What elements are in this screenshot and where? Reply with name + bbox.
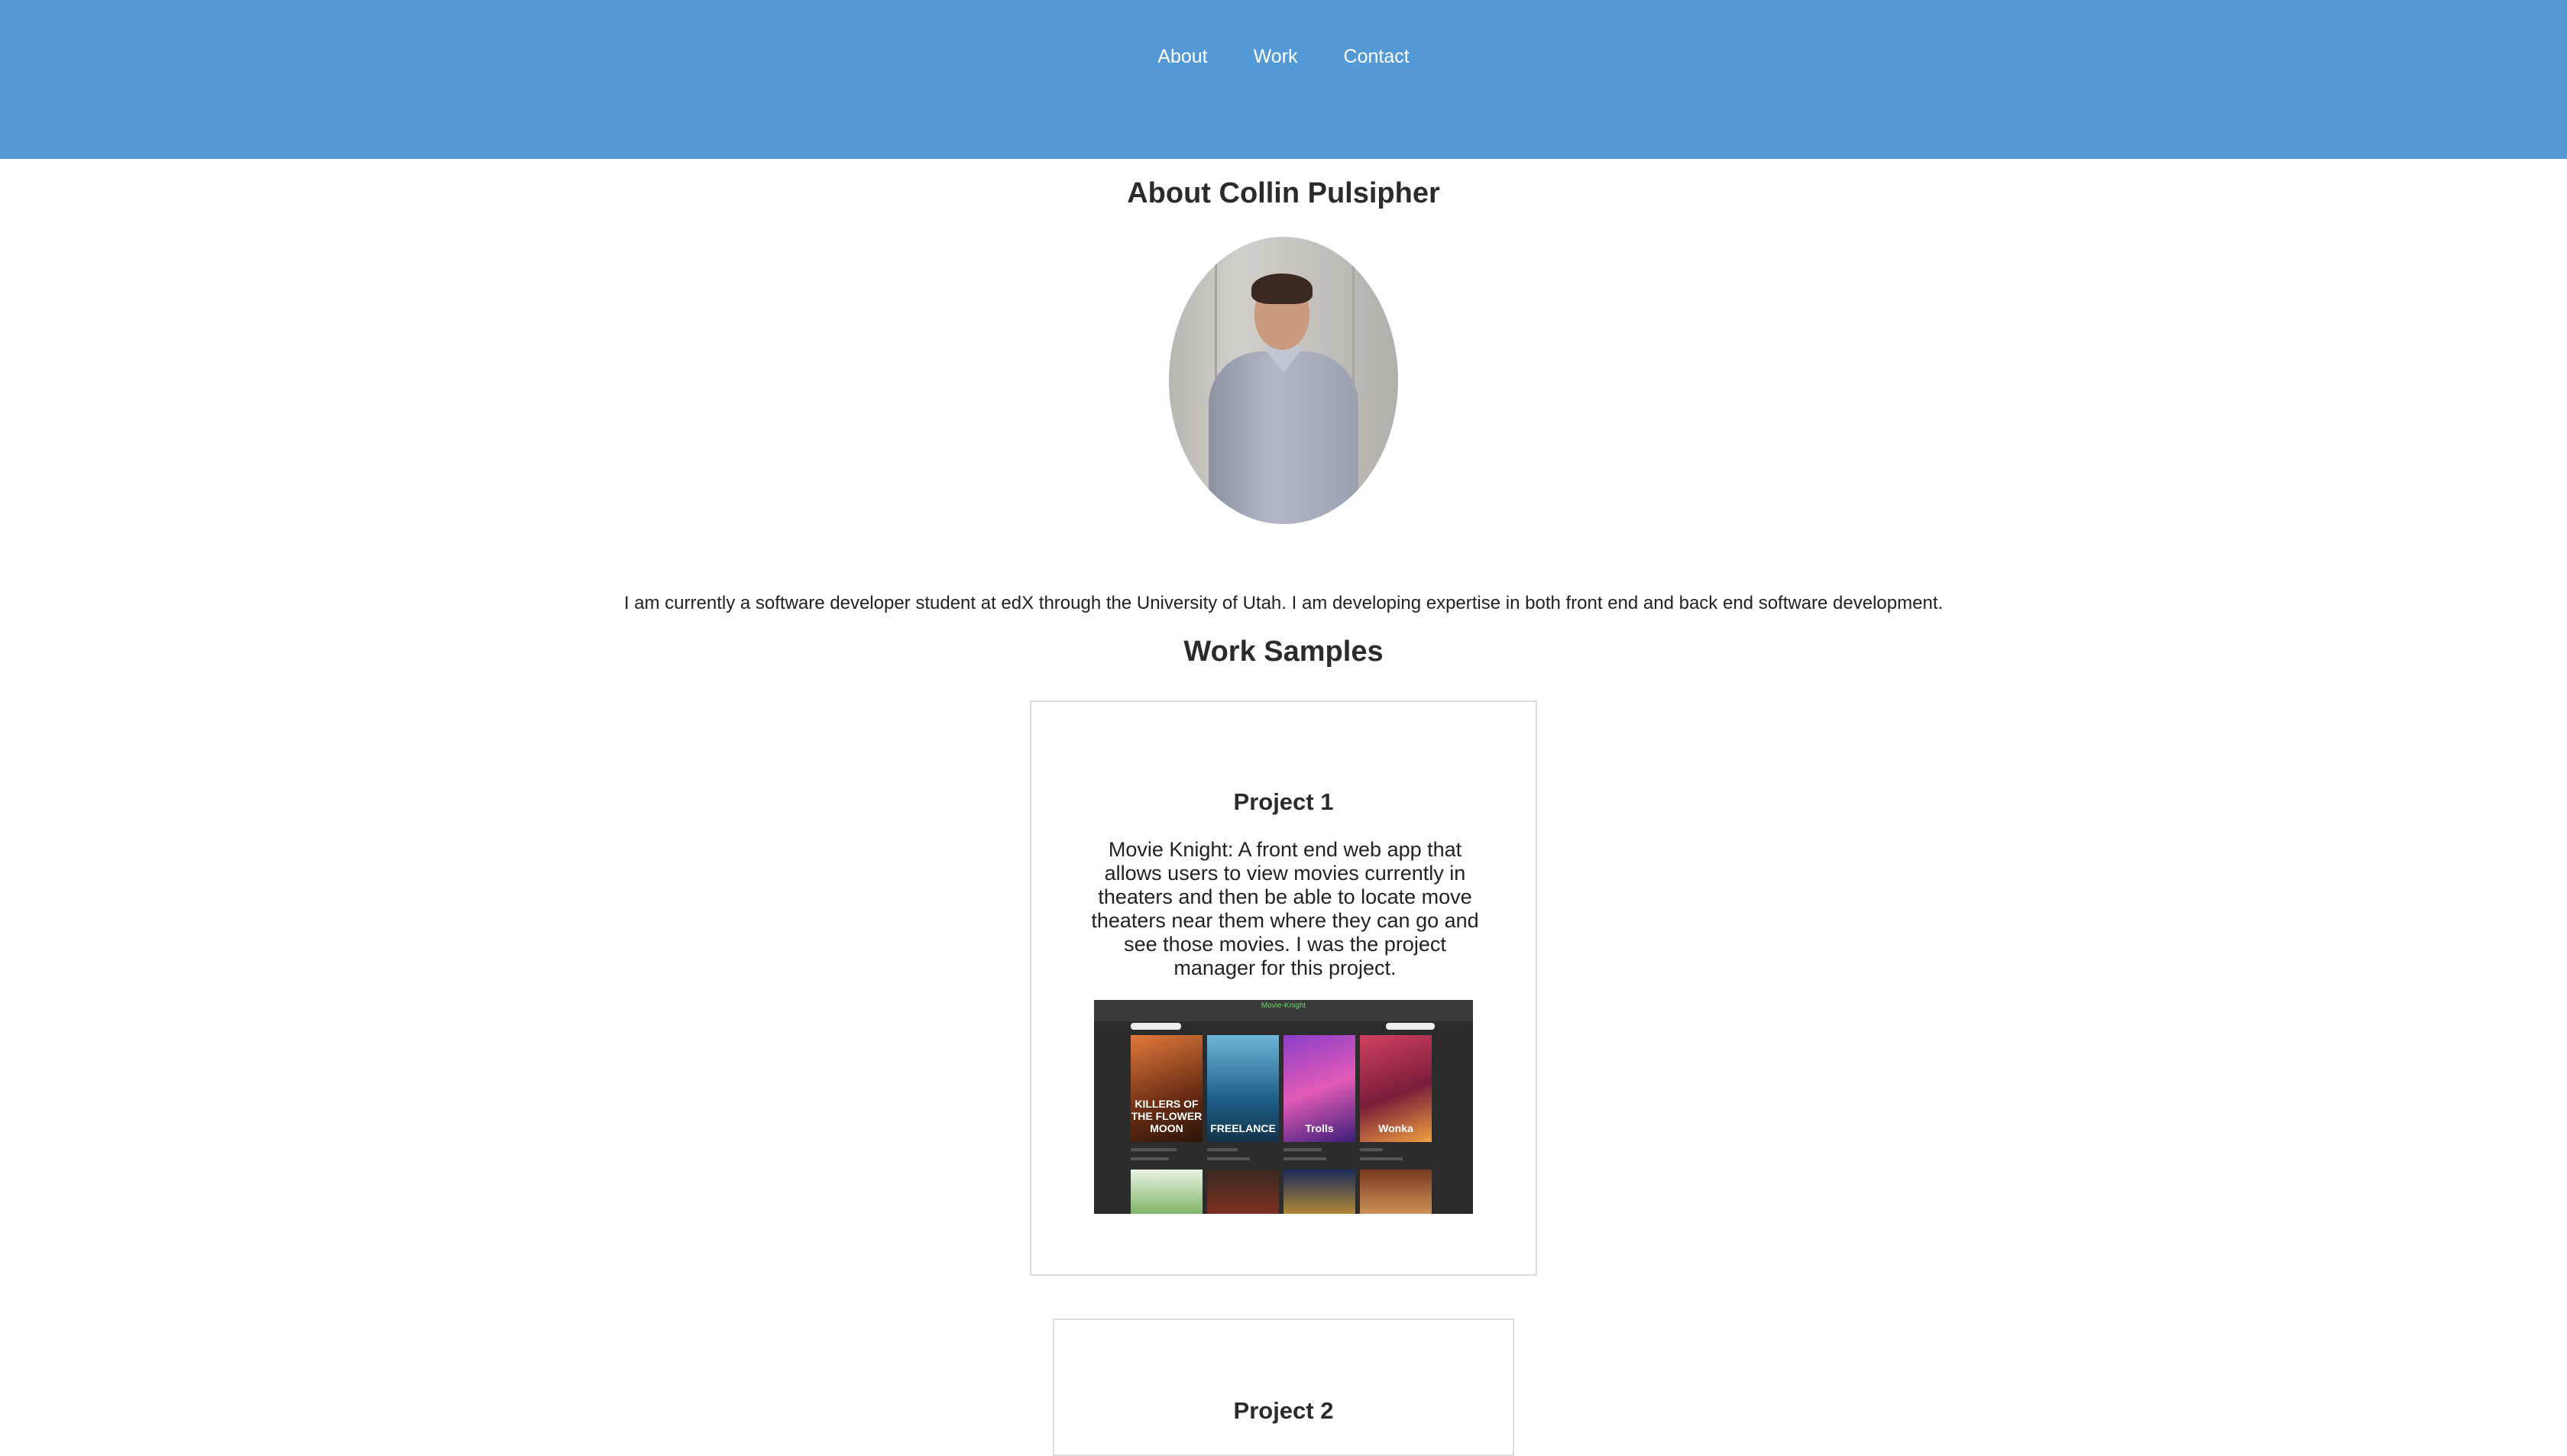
header-bar: About Work Contact [0, 0, 2567, 159]
poster-title: KILLERS OF THE FLOWER MOON [1131, 1098, 1203, 1134]
poster-caption [1284, 1157, 1326, 1160]
nav-link-about[interactable]: About [1135, 43, 1230, 71]
project-card-2: Project 2 [1053, 1318, 1514, 1456]
movie-poster: Wonka [1360, 1035, 1432, 1142]
movie-poster: Trolls [1284, 1035, 1355, 1142]
work-samples-title: Work Samples [1183, 636, 1384, 668]
movie-poster [1131, 1170, 1203, 1214]
poster-caption [1207, 1148, 1238, 1151]
poster-title: Trolls [1305, 1122, 1334, 1134]
screenshot-search [1386, 1023, 1435, 1030]
poster-caption [1360, 1157, 1403, 1160]
movie-poster: FREELANCE [1207, 1035, 1279, 1142]
movie-poster [1284, 1170, 1355, 1214]
profile-photo [1169, 237, 1398, 524]
nav-link-work[interactable]: Work [1231, 43, 1321, 71]
project-title: Project 1 [1233, 788, 1334, 815]
poster-title: Wonka [1378, 1122, 1413, 1134]
poster-caption [1131, 1157, 1169, 1160]
about-title: About Collin Pulsipher [1127, 177, 1440, 209]
poster-title: FREELANCE [1210, 1122, 1276, 1134]
movie-poster: KILLERS OF THE FLOWER MOON [1131, 1035, 1203, 1142]
project-title: Project 2 [1233, 1397, 1334, 1424]
bio-text: I am currently a software developer stud… [623, 593, 1944, 613]
screenshot-brand: Movie-Knight [1261, 1001, 1306, 1010]
main-nav: About Work Contact [0, 43, 2567, 71]
poster-caption [1360, 1148, 1383, 1151]
project-description: Movie Knight: A front end web app that a… [1091, 838, 1479, 979]
photo-torso [1209, 351, 1358, 524]
project-screenshot: Movie-Knight KILLERS OF THE FLOWER MOON … [1094, 1000, 1473, 1214]
screenshot-search [1131, 1023, 1181, 1030]
poster-caption [1207, 1157, 1250, 1160]
nav-link-contact[interactable]: Contact [1321, 43, 1432, 71]
poster-caption [1131, 1148, 1177, 1151]
movie-poster [1207, 1170, 1279, 1214]
project-card-1: Project 1 Movie Knight: A front end web … [1030, 700, 1537, 1276]
photo-hair [1251, 273, 1313, 304]
poster-caption [1284, 1148, 1322, 1151]
movie-poster [1360, 1170, 1432, 1214]
